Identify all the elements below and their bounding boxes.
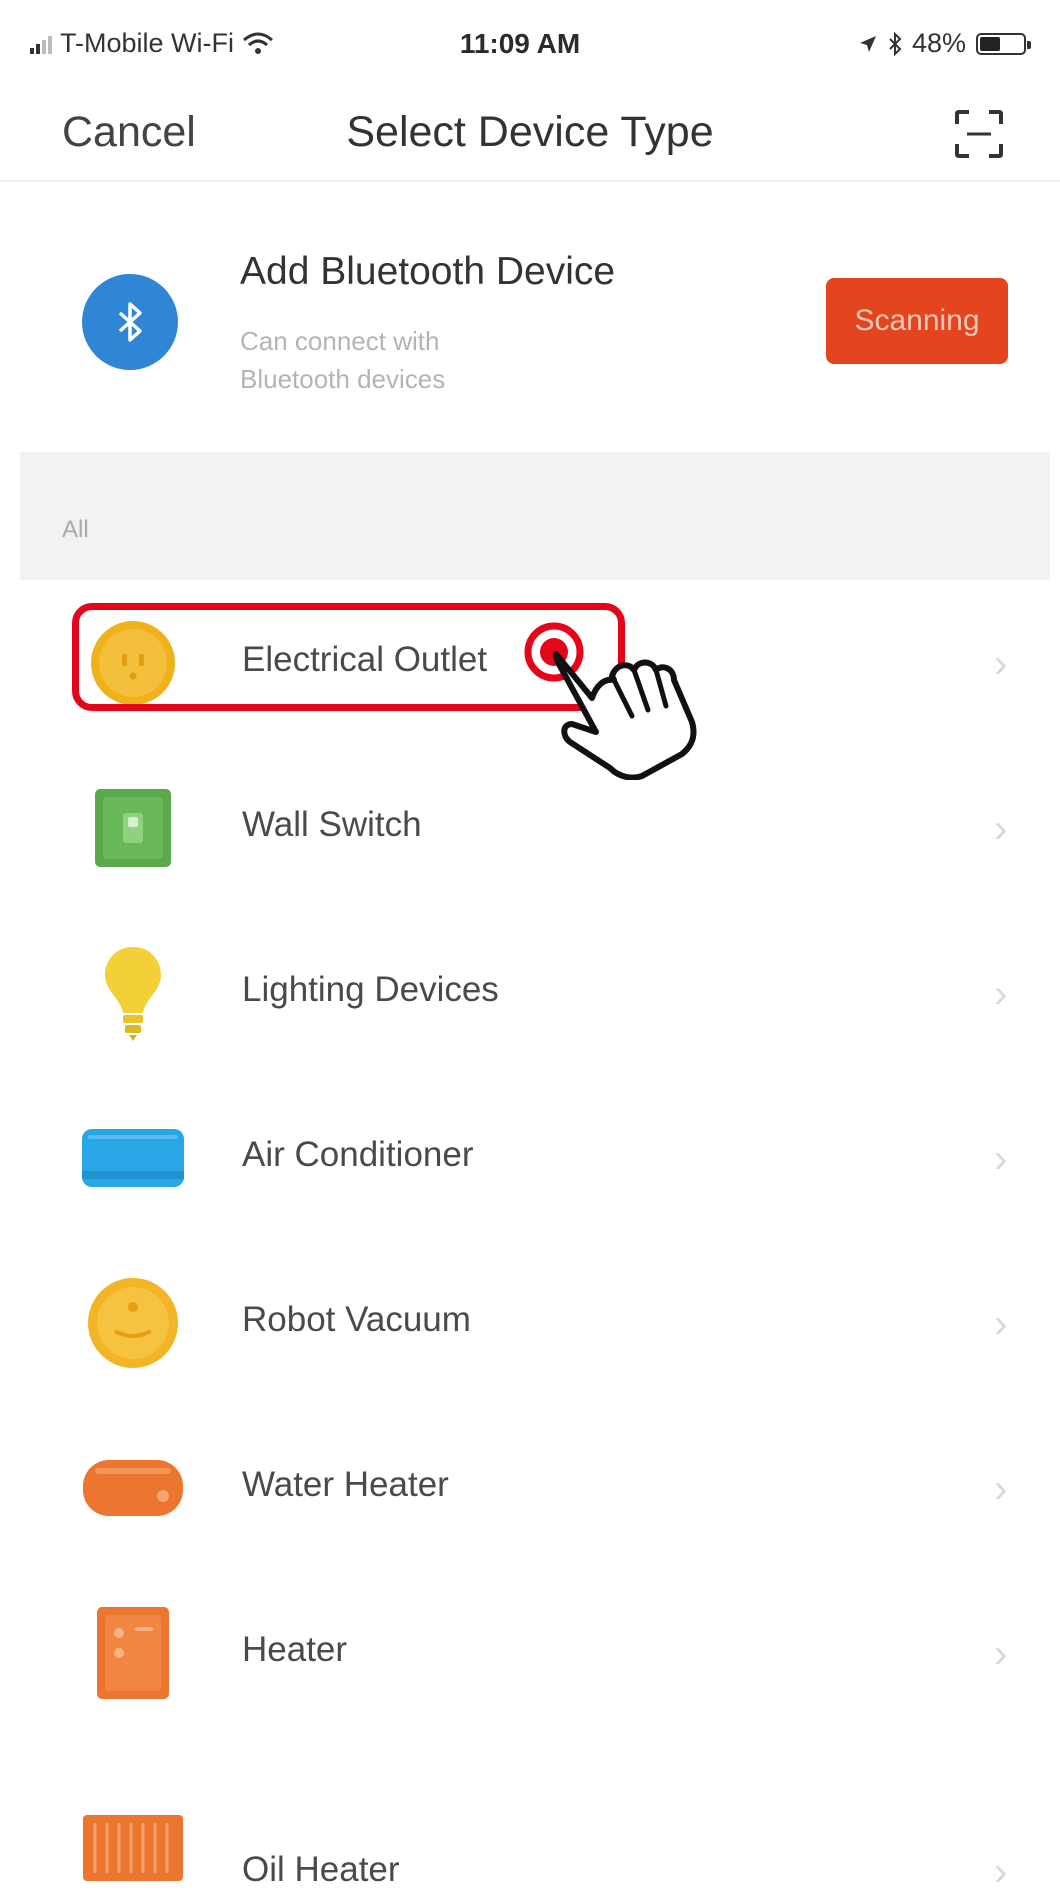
status-right: 48% [858, 28, 1031, 59]
cellular-signal-icon [30, 34, 52, 54]
bluetooth-subtitle-line1: Can connect with [240, 326, 440, 356]
battery-icon [976, 32, 1031, 55]
oil-heater-icon [80, 1805, 186, 1891]
device-label: Lighting Devices [242, 970, 499, 1009]
device-row-lighting-devices[interactable]: Lighting Devices › [20, 910, 1050, 1075]
location-icon [859, 35, 876, 52]
device-label: Heater [242, 1630, 348, 1669]
device-label: Robot Vacuum [242, 1300, 471, 1339]
air-conditioner-icon [80, 1115, 186, 1201]
chevron-right-icon: › [994, 1632, 1008, 1676]
device-row-oil-heater[interactable]: Oil Heater › [20, 1735, 1050, 1900]
robot-vacuum-icon [80, 1278, 186, 1368]
water-heater-icon [80, 1445, 186, 1531]
bluetooth-title: Add Bluetooth Device [240, 250, 616, 293]
nav-bar: Cancel Select Device Type [0, 90, 1060, 182]
bluetooth-subtitle: Can connect with Bluetooth devices [240, 322, 570, 398]
bluetooth-subtitle-line2: Bluetooth devices [240, 364, 446, 394]
bluetooth-status-icon [889, 31, 902, 56]
chevron-right-icon: › [994, 1137, 1008, 1181]
status-left: T-Mobile Wi-Fi [30, 28, 274, 59]
device-label: Wall Switch [242, 805, 422, 844]
device-row-air-conditioner[interactable]: Air Conditioner › [20, 1075, 1050, 1240]
chevron-right-icon: › [994, 1302, 1008, 1346]
tap-hand-icon [524, 622, 697, 780]
carrier-name: T-Mobile Wi-Fi [60, 28, 234, 58]
bluetooth-icon [82, 274, 178, 370]
chevron-right-icon: › [994, 642, 1008, 686]
device-row-heater[interactable]: Heater › [20, 1570, 1050, 1735]
battery-fill [980, 36, 1001, 51]
chevron-right-icon: › [994, 807, 1008, 851]
add-bluetooth-panel: Add Bluetooth Device Can connect with Bl… [20, 182, 1050, 422]
section-header: All [20, 452, 1050, 580]
status-bar: T-Mobile Wi-Fi 11:09 AM 48% [0, 0, 1060, 90]
device-row-water-heater[interactable]: Water Heater › [20, 1405, 1050, 1570]
status-time: 11:09 AM [459, 28, 581, 59]
page-title: Select Device Type [346, 108, 714, 156]
light-bulb-icon [80, 947, 186, 1041]
wall-switch-icon [80, 785, 186, 871]
chevron-right-icon: › [994, 1850, 1008, 1894]
heater-icon [80, 1607, 186, 1699]
device-label: Oil Heater [242, 1850, 400, 1889]
chevron-right-icon: › [994, 972, 1008, 1016]
device-label: Air Conditioner [242, 1135, 474, 1174]
section-label: All [62, 516, 89, 543]
scan-qr-icon[interactable] [953, 108, 1005, 160]
battery-percent: 48% [911, 28, 966, 58]
scanning-button[interactable]: Scanning [826, 278, 1008, 364]
device-label: Water Heater [242, 1465, 449, 1504]
wifi-icon [243, 32, 273, 54]
device-row-robot-vacuum[interactable]: Robot Vacuum › [20, 1240, 1050, 1405]
chevron-right-icon: › [994, 1467, 1008, 1511]
